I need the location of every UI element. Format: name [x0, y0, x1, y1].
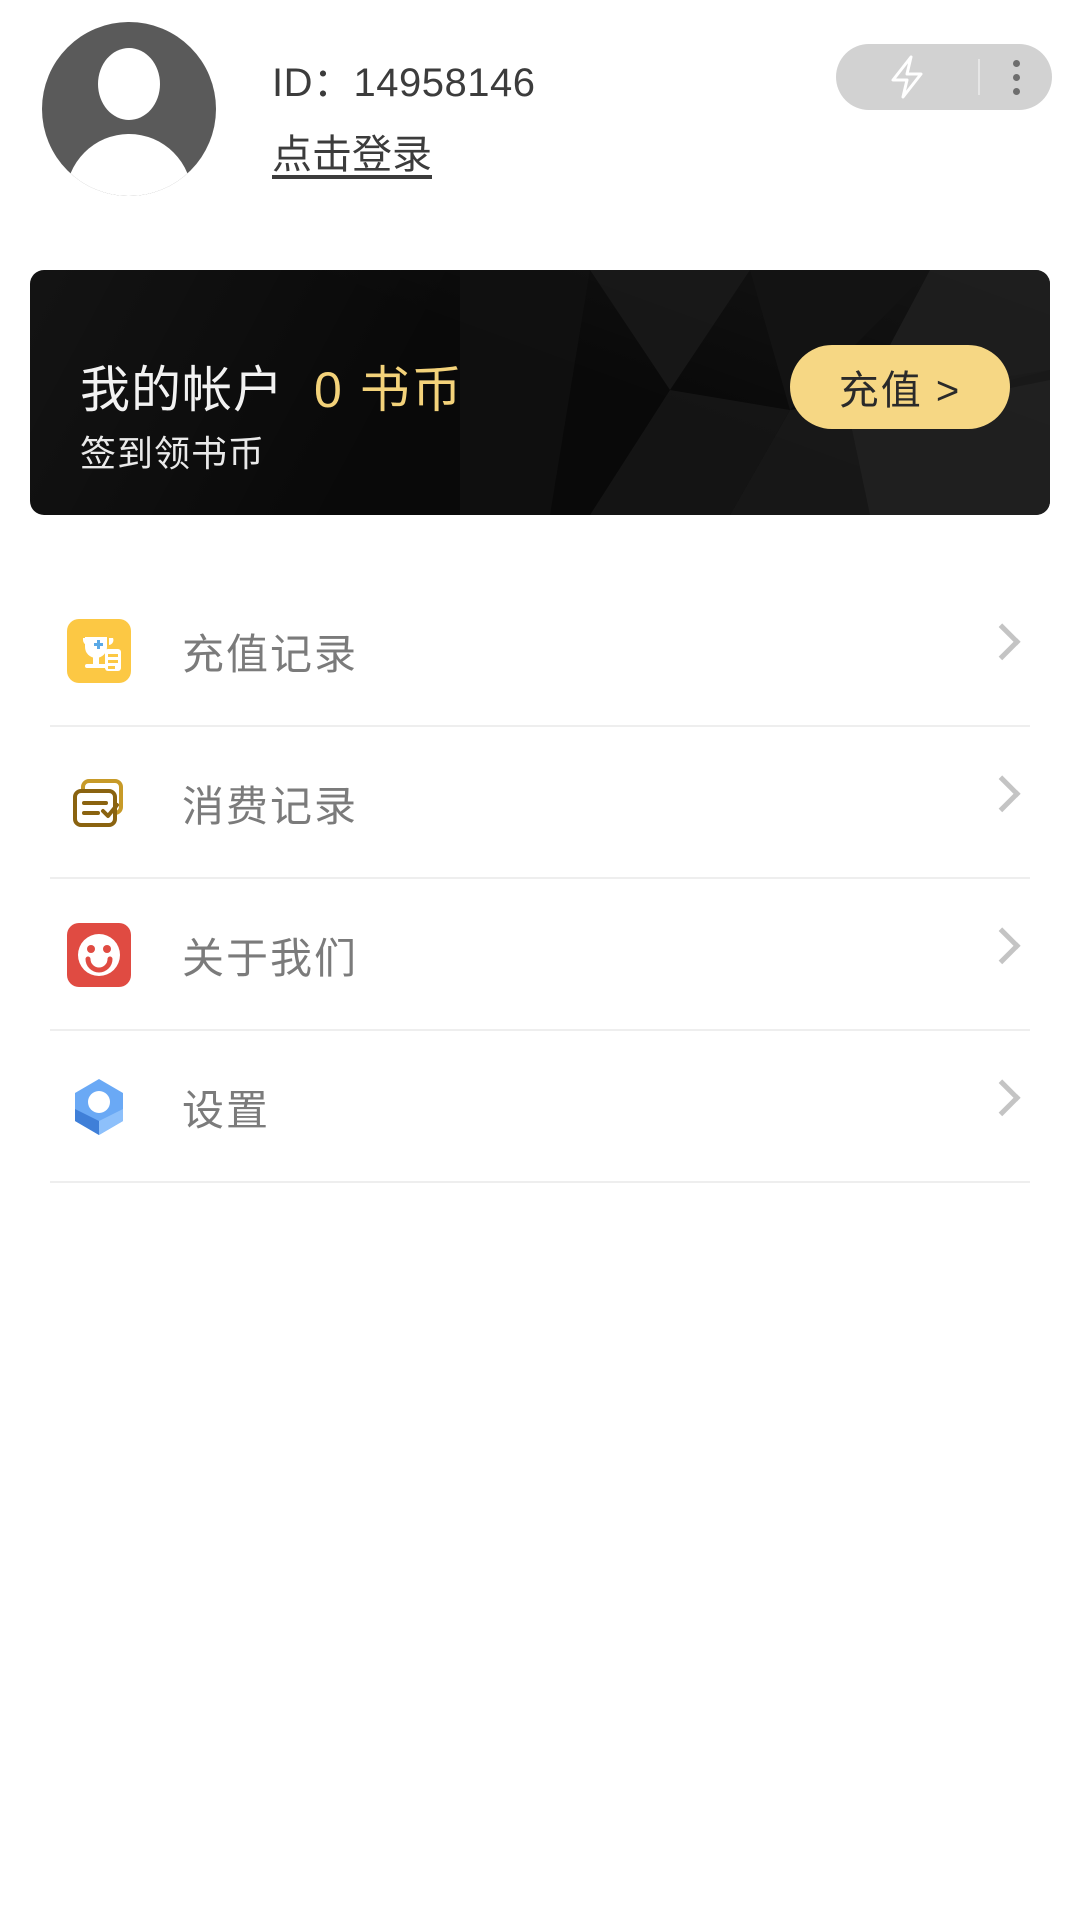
user-id-label: ID：14958146: [272, 61, 536, 105]
chevron-right-icon: [983, 775, 1021, 813]
menu-item-recharge-record[interactable]: 充值记录: [0, 575, 1080, 727]
chevron-right-icon: [983, 1079, 1021, 1117]
avatar[interactable]: [42, 22, 216, 196]
account-screen: ID：14958146 点击登录 我的帐户 0 书币 签到领书币 充值 > 充值…: [0, 0, 1080, 1920]
three-dot-menu-icon[interactable]: [980, 59, 1052, 95]
menu-item-consumption-record[interactable]: 消费记录: [0, 727, 1080, 879]
recharge-button[interactable]: 充值 >: [790, 345, 1010, 429]
menu-item-label: 充值记录: [182, 630, 359, 678]
banner-main-line: 我的帐户 0 书币: [80, 350, 464, 422]
menu-item-label: 设置: [182, 1086, 271, 1134]
account-banner[interactable]: 我的帐户 0 书币 签到领书币 充值 >: [30, 270, 1050, 515]
banner-coin-balance: 0 书币: [314, 362, 464, 418]
login-link[interactable]: 点击登录: [272, 122, 432, 180]
flash-icon[interactable]: [836, 54, 978, 100]
menu-item-settings[interactable]: 设置: [0, 1031, 1080, 1183]
about-us-smiley-icon: [66, 922, 132, 988]
consumption-record-icon: [66, 770, 132, 836]
header-action-pill[interactable]: [836, 44, 1052, 110]
banner-title: 我的帐户: [80, 362, 284, 418]
chevron-right-icon: [983, 623, 1021, 661]
menu-item-label: 消费记录: [182, 782, 359, 830]
avatar-body-shape: [66, 134, 192, 196]
profile-header: ID：14958146 点击登录: [0, 0, 1080, 215]
banner-subtitle: 签到领书币: [80, 433, 266, 474]
account-menu-list: 充值记录 消费记录 关于我们 设置: [0, 575, 1080, 1183]
menu-item-about-us[interactable]: 关于我们: [0, 879, 1080, 1031]
menu-item-label: 关于我们: [182, 934, 359, 982]
recharge-record-icon: [66, 618, 132, 684]
settings-cube-icon: [66, 1074, 132, 1140]
avatar-head-shape: [98, 48, 160, 120]
chevron-right-icon: [983, 927, 1021, 965]
